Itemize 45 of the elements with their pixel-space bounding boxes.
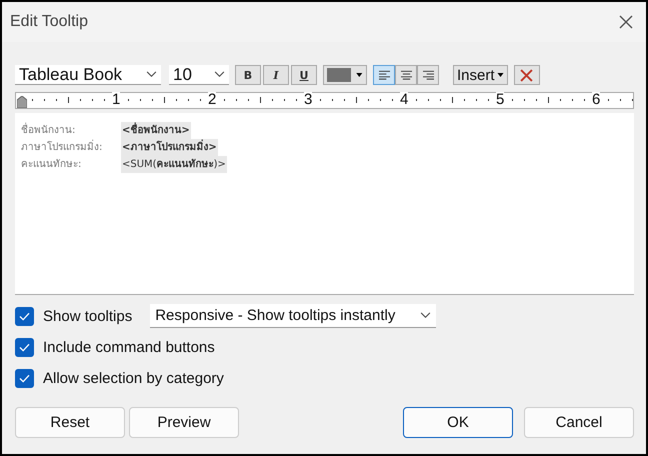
checkbox-label: Include command buttons <box>43 338 215 356</box>
align-left-icon <box>378 70 390 80</box>
field-label: คะแนนทักษะ: <box>21 158 82 172</box>
indent-marker-icon[interactable] <box>17 96 27 108</box>
close-icon[interactable] <box>618 14 634 30</box>
checkbox[interactable] <box>15 306 34 326</box>
checkbox[interactable] <box>15 368 34 388</box>
align-center-button[interactable] <box>395 65 417 85</box>
field-label: ภาษาโปรแกรมมิ่ง: <box>21 139 117 156</box>
caret-icon <box>356 73 363 77</box>
tooltip-editor[interactable]: ชื่อพนักงาน: <ชื่อพนักงาน> ภาษาโปรแกรมมิ่ง: <ภาษาโปรแกรมมิ่ง> คะแนนทักษะ: <SUM(คะแนนทักษะ)> <box>15 113 634 295</box>
clear-button[interactable] <box>514 65 540 85</box>
chevron-down-icon <box>214 71 225 78</box>
bold-button[interactable]: B <box>235 65 261 85</box>
chevron-down-icon <box>146 71 157 78</box>
dialog-button[interactable]: Reset <box>15 407 125 438</box>
field-token: <ชื่อพนักงาน> <box>121 122 191 139</box>
dialog-button[interactable]: OK <box>403 407 513 438</box>
underline-button[interactable]: U <box>291 65 317 85</box>
cross-icon <box>520 68 534 82</box>
align-left-button[interactable] <box>373 65 395 85</box>
text-color-button[interactable] <box>323 65 367 85</box>
insert-button[interactable]: Insert <box>453 65 508 85</box>
checkmark-icon <box>19 312 30 320</box>
ruler: 1 2 3 4 5 6 <box>15 92 634 109</box>
italic-button[interactable]: I <box>263 65 289 85</box>
tooltip-mode-dropdown[interactable]: Responsive - Show tooltips instantly <box>150 304 436 328</box>
checkmark-icon <box>19 374 30 382</box>
field-token: <ภาษาโปรแกรมมิ่ง> <box>121 139 218 156</box>
align-right-button[interactable] <box>417 65 439 85</box>
field-label: ชื่อพนักงาน: <box>21 122 117 139</box>
caret-icon <box>496 73 504 77</box>
field-token: <SUM(คะแนนทักษะ)> <box>121 156 227 173</box>
checkbox-label: Allow selection by category <box>43 370 224 386</box>
checkbox-label: Show tooltips <box>43 308 132 324</box>
font-size-dropdown[interactable]: 10 <box>169 65 229 85</box>
checkbox[interactable] <box>15 338 34 356</box>
window-title: Edit Tooltip <box>10 13 88 31</box>
checkmark-icon <box>19 342 30 352</box>
chevron-down-icon <box>420 312 432 319</box>
align-right-icon <box>422 70 434 80</box>
dialog-button[interactable]: Preview <box>129 407 239 438</box>
align-center-icon <box>400 70 412 80</box>
font-dropdown[interactable]: Tableau Book <box>15 65 161 85</box>
dialog-button[interactable]: Cancel <box>524 407 634 438</box>
